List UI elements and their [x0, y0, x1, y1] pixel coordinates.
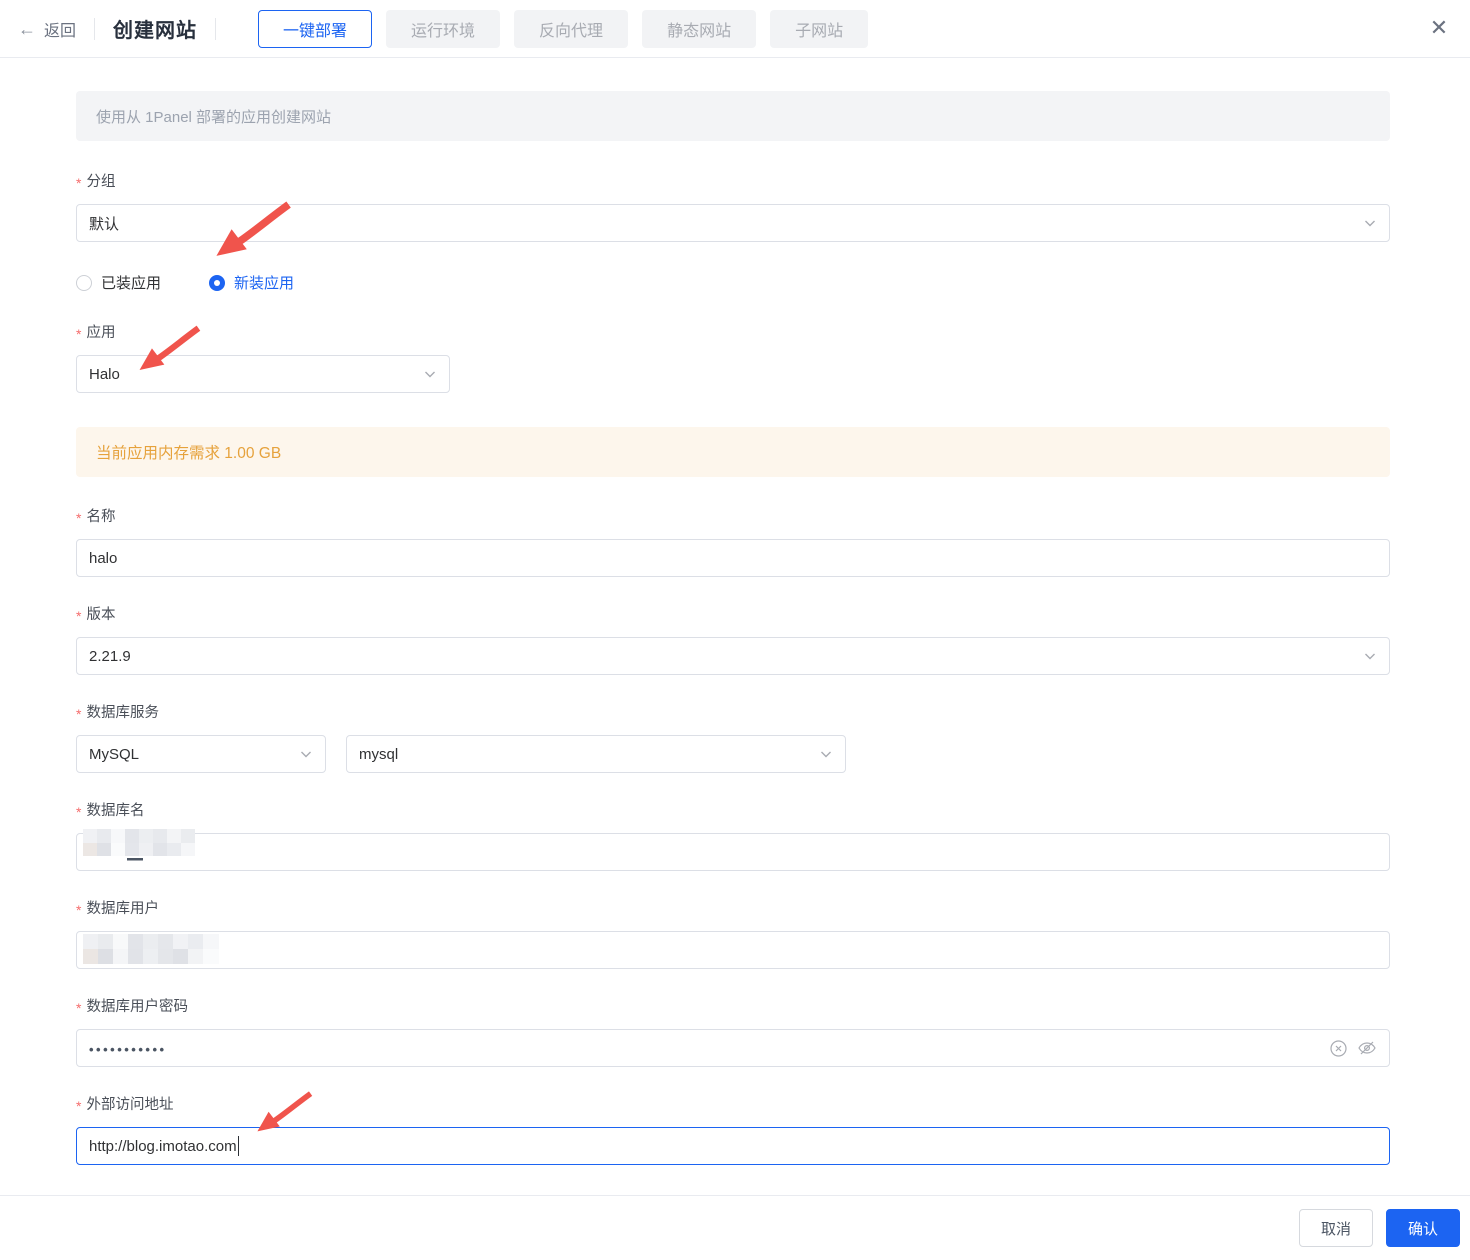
- form-item-name: * 名称 halo: [76, 505, 1390, 577]
- required-asterisk: *: [76, 607, 82, 624]
- cancel-button[interactable]: 取消: [1299, 1209, 1373, 1247]
- app-label: * 应用: [76, 325, 116, 342]
- form-item-db-service: * 数据库服务 MySQL mysql: [76, 701, 1390, 773]
- form-item-group: * 分组 默认: [76, 170, 1390, 242]
- circle-x-icon[interactable]: [1330, 1039, 1347, 1057]
- redacted-mosaic: [83, 934, 219, 964]
- tab-bar: 一键部署 运行环境 反向代理 静态网站 子网站: [258, 9, 869, 48]
- chevron-down-icon: [1365, 653, 1375, 660]
- db-type-select[interactable]: MySQL: [76, 735, 326, 773]
- external-url-value: http://blog.imotao.com: [89, 1137, 237, 1155]
- back-button[interactable]: ← 返回: [18, 17, 76, 41]
- db-instance-select-value: mysql: [359, 745, 399, 763]
- db-name-input[interactable]: [76, 829, 1390, 871]
- name-label: * 名称: [76, 509, 116, 526]
- install-type-radio-group: 已装应用 新装应用: [76, 272, 1390, 293]
- tab-static-site[interactable]: 静态网站: [642, 9, 757, 48]
- form-item-db-user: * 数据库用户: [76, 897, 1390, 969]
- db-name-label: * 数据库名: [76, 803, 145, 820]
- tab-one-click-deploy[interactable]: 一键部署: [258, 9, 373, 48]
- dialog-header: ← 返回 创建网站 一键部署 运行环境 反向代理 静态网站 子网站 ✕: [0, 0, 1470, 58]
- tab-runtime[interactable]: 运行环境: [386, 9, 501, 48]
- db-service-label: * 数据库服务: [76, 705, 159, 722]
- chevron-down-icon: [821, 751, 831, 758]
- form-item-db-password: * 数据库用户密码 •••••••••••: [76, 995, 1390, 1067]
- group-label: * 分组: [76, 174, 116, 191]
- required-asterisk: *: [76, 325, 82, 342]
- memory-requirement-notice: 当前应用内存需求 1.00 GB: [76, 427, 1390, 477]
- chevron-down-icon: [1365, 220, 1375, 227]
- chevron-down-icon: [301, 751, 311, 758]
- app-select[interactable]: Halo: [76, 355, 450, 393]
- version-select-value: 2.21.9: [89, 647, 131, 665]
- page-title: 创建网站: [113, 20, 198, 42]
- radio-new-app[interactable]: 新装应用: [209, 272, 294, 293]
- divider: [215, 17, 217, 40]
- form-item-db-name: * 数据库名: [76, 799, 1390, 871]
- app-select-value: Halo: [89, 365, 120, 383]
- external-url-input[interactable]: http://blog.imotao.com: [76, 1127, 1390, 1165]
- dialog-footer: 取消 确认: [0, 1195, 1470, 1260]
- form-item-app: * 应用 Halo: [76, 321, 1390, 393]
- radio-installed-app[interactable]: 已装应用: [76, 272, 161, 293]
- confirm-button[interactable]: 确认: [1386, 1209, 1460, 1247]
- form-body: 使用从 1Panel 部署的应用创建网站 * 分组 默认 已装应用 新装应用 *…: [0, 58, 1470, 1165]
- group-select-value: 默认: [89, 215, 120, 233]
- required-asterisk: *: [76, 509, 82, 526]
- version-label: * 版本: [76, 607, 116, 624]
- name-input[interactable]: halo: [76, 539, 1390, 577]
- info-banner: 使用从 1Panel 部署的应用创建网站: [76, 91, 1390, 141]
- form-item-external-url: * 外部访问地址 http://blog.imotao.com: [76, 1093, 1390, 1165]
- required-asterisk: *: [76, 705, 82, 722]
- divider: [94, 17, 96, 40]
- radio-circle-checked-icon: [209, 274, 226, 291]
- chevron-down-icon: [425, 371, 435, 378]
- version-select[interactable]: 2.21.9: [76, 637, 1390, 675]
- tab-subsite[interactable]: 子网站: [770, 9, 869, 48]
- db-password-input[interactable]: •••••••••••: [76, 1029, 1390, 1067]
- db-instance-select[interactable]: mysql: [346, 735, 846, 773]
- db-user-input[interactable]: [76, 931, 1390, 969]
- required-asterisk: *: [76, 1097, 82, 1114]
- db-password-label: * 数据库用户密码: [76, 999, 188, 1016]
- required-asterisk: *: [76, 999, 82, 1016]
- external-url-label: * 外部访问地址: [76, 1097, 174, 1114]
- tab-reverse-proxy[interactable]: 反向代理: [514, 9, 629, 48]
- db-type-select-value: MySQL: [89, 745, 140, 763]
- form-item-version: * 版本 2.21.9: [76, 603, 1390, 675]
- arrow-left-icon: ←: [18, 18, 36, 39]
- redacted-mosaic: [83, 829, 195, 861]
- required-asterisk: *: [76, 174, 82, 191]
- required-asterisk: *: [76, 803, 82, 820]
- password-masked-value: •••••••••••: [89, 1041, 167, 1057]
- radio-circle-icon: [76, 274, 92, 291]
- back-label: 返回: [44, 22, 77, 40]
- db-user-label: * 数据库用户: [76, 901, 159, 918]
- group-select[interactable]: 默认: [76, 204, 1390, 242]
- close-icon[interactable]: ✕: [1428, 17, 1450, 40]
- name-input-value: halo: [89, 549, 118, 567]
- text-caret: [237, 1136, 240, 1156]
- eye-off-icon[interactable]: [1357, 1039, 1377, 1057]
- required-asterisk: *: [76, 901, 82, 918]
